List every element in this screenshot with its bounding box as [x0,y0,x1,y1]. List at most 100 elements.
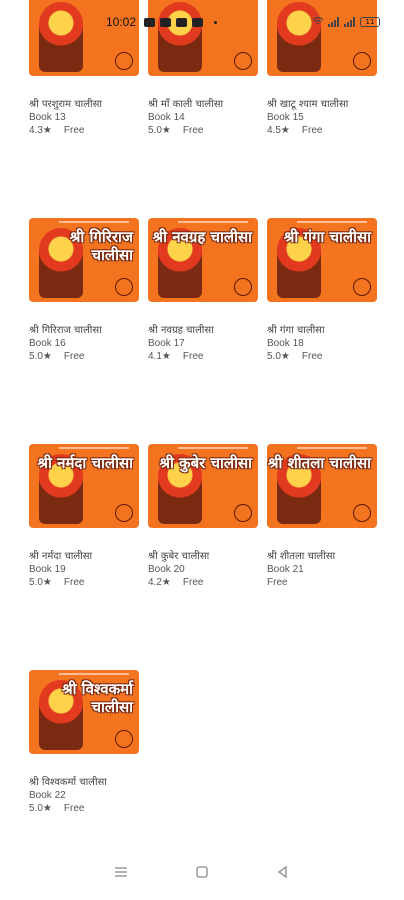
book-title: श्री गंगा चालीसा [267,325,325,336]
book-price: Free [182,125,204,136]
status-right: 11 [312,16,380,29]
notification-icon [192,17,204,27]
book-meta: 5.0★ Free [29,803,139,814]
back-triangle-icon[interactable] [271,860,295,884]
book-number: Book 16 [29,338,66,349]
book-title: श्री खाटू श्याम चालीसा [267,99,349,110]
book-card[interactable]: श्री गिरिराज चालीसा श्री गिरिराज चालीसा Bo… [29,218,139,362]
book-price: Free [301,351,323,362]
book-cover-image[interactable]: श्री गंगा चालीसा [267,218,377,302]
book-cover-image[interactable]: श्री कुबेर चालीसा [148,444,258,528]
book-price: Free [63,577,85,588]
om-emblem-icon [234,52,252,70]
status-bar: 10:02 11 [0,0,404,44]
book-cover-image[interactable]: श्री नर्मदा चालीसा [29,444,139,528]
cover-header-strip [297,447,367,449]
book-price: Free [182,577,204,588]
book-meta: 4.3★ Free [29,125,139,136]
book-rating: 4.1★ [148,351,171,362]
book-meta: 5.0★ Free [29,351,139,362]
book-price: Free [267,577,288,588]
book-meta: 5.0★ Free [29,577,139,588]
book-card[interactable]: श्री गंगा चालीसा श्री गंगा चालीसा Book 18 5… [267,218,377,362]
book-number: Book 13 [29,112,66,123]
cover-title: श्री नर्मदा चालीसा [37,454,133,472]
book-number: Book 22 [29,790,66,801]
book-title: श्री गिरिराज चालीसा [29,325,102,336]
om-emblem-icon [353,52,371,70]
book-price: Free [63,351,85,362]
om-emblem-icon [115,730,133,748]
om-emblem-icon [353,278,371,296]
book-title: श्री विश्वकर्मा चालीसा [29,777,107,788]
book-title: श्री नवग्रह चालीसा [148,325,214,336]
notification-icons [144,17,218,27]
book-price: Free [63,803,85,814]
book-meta: Free [267,577,377,588]
om-emblem-icon [115,52,133,70]
book-rating: 5.0★ [148,125,171,136]
book-card[interactable]: श्री शीतला चालीसा श्री शीतला चालीसा Book 2… [267,444,377,588]
om-emblem-icon [353,504,371,522]
status-time: 10:02 [106,15,137,29]
book-card[interactable]: श्री नवग्रह चालीसा श्री नवग्रह चालीसा Book… [148,218,258,362]
book-title: श्री परशुराम चालीसा [29,99,102,110]
cover-header-strip [59,673,129,675]
battery-icon: 11 [360,17,380,27]
cover-title: श्री गिरिराज चालीसा [69,228,133,264]
book-price: Free [63,125,85,136]
book-meta: 4.2★ Free [148,577,258,588]
book-cover-image[interactable]: श्री शीतला चालीसा [267,444,377,528]
cover-header-strip [59,221,129,223]
menu-icon[interactable] [109,860,133,884]
notification-icon [176,17,188,27]
book-cover-image[interactable]: श्री नवग्रह चालीसा [148,218,258,302]
cover-title: श्री कुबेर चालीसा [159,454,252,472]
notification-icon [160,17,172,27]
cover-title: श्री शीतला चालीसा [267,454,371,472]
book-rating: 5.0★ [267,351,290,362]
book-rating: 4.2★ [148,577,171,588]
book-card[interactable]: श्री नर्मदा चालीसा श्री नर्मदा चालीसा Book… [29,444,139,588]
wifi-icon [312,16,324,29]
cover-title: श्री विश्वकर्मा चालीसा [61,680,133,716]
book-cover-image[interactable]: श्री गिरिराज चालीसा [29,218,139,302]
home-square-icon[interactable] [190,860,214,884]
book-number: Book 14 [148,112,185,123]
book-number: Book 17 [148,338,185,349]
book-meta: 4.5★ Free [267,125,377,136]
cover-header-strip [297,221,367,223]
cover-title: श्री नवग्रह चालीसा [152,228,252,246]
book-card[interactable]: श्री विश्वकर्मा चालीसा श्री विश्वकर्मा चा… [29,670,139,814]
om-emblem-icon [115,278,133,296]
system-navigation-bar [0,844,404,900]
book-rating: 4.3★ [29,125,52,136]
cover-header-strip [178,447,248,449]
om-emblem-icon [115,504,133,522]
book-rating: 4.5★ [267,125,290,136]
book-title: श्री नर्मदा चालीसा [29,551,93,562]
book-rating: 5.0★ [29,803,52,814]
book-price: Free [182,351,204,362]
book-title: श्री माँ काली चालीसा [148,99,224,110]
book-number: Book 21 [267,564,304,575]
book-title: श्री शीतला चालीसा [267,551,336,562]
book-number: Book 15 [267,112,304,123]
om-emblem-icon [234,278,252,296]
book-meta: 5.0★ Free [148,125,258,136]
signal-icon [344,17,356,27]
book-meta: 5.0★ Free [267,351,377,362]
book-meta: 4.1★ Free [148,351,258,362]
book-rating: 5.0★ [29,351,52,362]
book-number: Book 19 [29,564,66,575]
more-notifications-dot-icon [214,20,218,24]
cover-title: श्री गंगा चालीसा [283,228,371,246]
om-emblem-icon [234,504,252,522]
book-cover-image[interactable]: श्री विश्वकर्मा चालीसा [29,670,139,754]
book-card[interactable]: श्री कुबेर चालीसा श्री कुबेर चालीसा Book 2… [148,444,258,588]
book-number: Book 20 [148,564,185,575]
book-title: श्री कुबेर चालीसा [148,551,210,562]
notification-icon [144,17,156,27]
signal-icon [328,17,340,27]
cover-header-strip [178,221,248,223]
